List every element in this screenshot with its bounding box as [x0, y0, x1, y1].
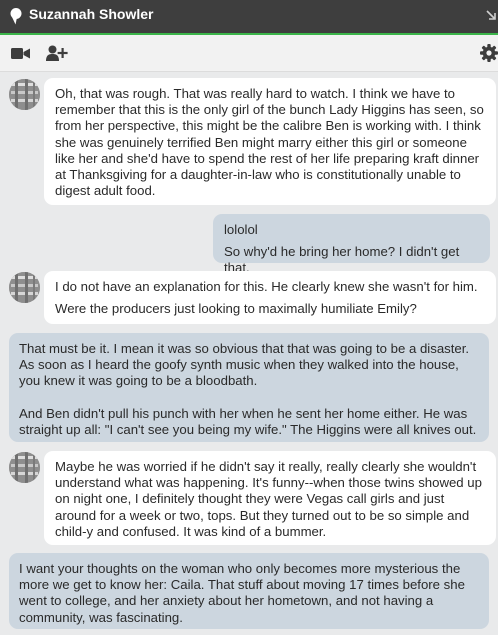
message-text: Were the producers just looking to maxim… [55, 301, 417, 317]
message-text: Maybe he was worried if he didn't say it… [55, 459, 482, 539]
message-text: Oh, that was rough. That was really hard… [55, 86, 484, 199]
contact-photo-icon [9, 272, 40, 303]
video-camera-icon [10, 47, 30, 59]
video-call-button[interactable] [9, 35, 31, 71]
message-incoming: Oh, that was rough. That was really hard… [44, 78, 496, 205]
contact-photo-icon [9, 452, 40, 483]
chat-toolbar [0, 35, 498, 72]
message-incoming: Maybe he was worried if he didn't say it… [44, 451, 496, 545]
avatar[interactable] [9, 452, 40, 483]
contact-photo-icon [9, 79, 40, 110]
window-title: Suzannah Showler [29, 6, 154, 22]
message-outgoing: lololol So why'd he bring her home? I di… [213, 214, 490, 275]
gear-icon [480, 44, 498, 62]
message-text: lololol [224, 222, 258, 237]
message-text: And Ben didn't pull his punch with her w… [19, 405, 477, 437]
add-contact-button[interactable] [45, 35, 69, 71]
avatar[interactable] [9, 79, 40, 110]
message-incoming: I do not have an explanation for this. H… [44, 271, 496, 324]
title-bar: Suzannah Showler [0, 0, 498, 33]
location-pin-icon [10, 8, 22, 25]
message-text: I want your thoughts on the woman who on… [19, 561, 465, 625]
add-contact-icon [46, 45, 68, 61]
message-outgoing: That must be it. I mean it was so obviou… [9, 333, 489, 442]
collapse-arrow-icon[interactable] [486, 9, 498, 23]
message-outgoing: I want your thoughts on the woman who on… [9, 553, 489, 629]
message-text: I do not have an explanation for this. H… [55, 279, 478, 294]
settings-button[interactable] [480, 35, 498, 71]
message-text: That must be it. I mean it was so obviou… [19, 341, 470, 389]
avatar[interactable] [9, 272, 40, 303]
